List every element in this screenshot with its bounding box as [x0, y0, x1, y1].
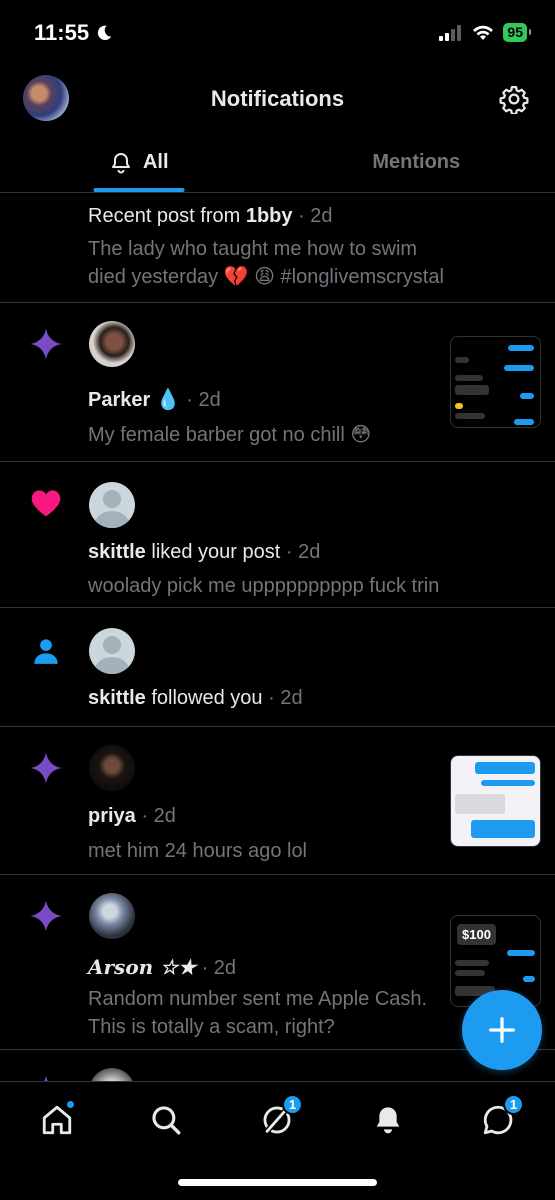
status-bar: 11:55 95: [0, 0, 555, 70]
heart-icon: [27, 484, 65, 522]
notification-text: The lady who taught me how to swim died …: [88, 238, 444, 288]
notification-item-like[interactable]: skittle liked your post · 2d woolady pic…: [0, 462, 555, 608]
sparkle-icon: [27, 1072, 65, 1081]
avatar[interactable]: [89, 893, 135, 939]
avatar[interactable]: [89, 321, 135, 367]
avatar[interactable]: [89, 628, 135, 674]
notification-username[interactable]: priya: [88, 805, 136, 827]
search-icon: [152, 1106, 181, 1135]
notification-time: · 2d: [141, 805, 176, 827]
plus-icon: [489, 1017, 515, 1043]
notification-item-follow[interactable]: skittle followed you · 2d: [0, 608, 555, 727]
cellular-signal-icon: [439, 24, 462, 41]
tab-all-label: All: [142, 151, 169, 173]
notification-item-recent-post[interactable]: Recent post from 1bby · 2d The lady who …: [0, 193, 555, 303]
avatar[interactable]: [89, 482, 135, 528]
tab-all[interactable]: All: [0, 133, 278, 192]
person-icon: [27, 632, 65, 670]
moon-icon: [97, 25, 112, 41]
nav-search[interactable]: [146, 1100, 186, 1140]
header: Notifications: [0, 70, 555, 130]
status-time: 11:55: [34, 20, 90, 45]
new-content-dot: [66, 1100, 75, 1109]
notification-text: woolady pick me upppppppppp fuck trin: [88, 575, 440, 597]
notification-item-parker[interactable]: Parker 💧 · 2d My female barber got no ch…: [0, 303, 555, 462]
nav-notifications[interactable]: [368, 1100, 408, 1140]
notification-username[interactable]: skittle: [88, 541, 146, 563]
sparkle-icon: [27, 897, 65, 935]
notification-username[interactable]: skittle: [88, 687, 146, 709]
avatar[interactable]: [89, 745, 135, 791]
sparkle-icon: [27, 749, 65, 787]
notification-text: Random number sent me Apple Cash. This i…: [88, 988, 428, 1038]
messages-badge: 1: [503, 1094, 524, 1115]
notification-time: · 2d: [186, 389, 221, 411]
notification-username[interactable]: Parker 💧: [88, 389, 181, 411]
notification-text: met him 24 hours ago lol: [88, 840, 308, 862]
wifi-icon: [473, 25, 494, 40]
notification-time: · 2d: [268, 687, 303, 709]
battery-indicator: 95: [503, 23, 531, 42]
nav-home[interactable]: [37, 1100, 77, 1140]
nav-messages[interactable]: 1: [478, 1094, 524, 1140]
grok-badge: 1: [282, 1094, 303, 1115]
notification-feed[interactable]: Recent post from 1bby · 2d The lady who …: [0, 193, 555, 1081]
tab-mentions-label: Mentions: [372, 151, 461, 173]
settings-gear-icon[interactable]: [499, 84, 529, 114]
notification-text: My female barber got no chill 😳: [88, 424, 372, 446]
nav-grok[interactable]: 1: [257, 1094, 303, 1140]
avatar[interactable]: [89, 1068, 135, 1081]
tab-mentions[interactable]: Mentions: [278, 133, 555, 192]
media-thumbnail[interactable]: [450, 336, 541, 428]
bell-filled-icon: [376, 1107, 400, 1134]
page-title: Notifications: [210, 86, 345, 111]
thumbnail-amount: $100: [457, 924, 496, 945]
notification-item-priya[interactable]: priya · 2d met him 24 hours ago lol: [0, 727, 555, 875]
notification-tabs: All Mentions: [0, 133, 555, 193]
notification-time: · 2d: [285, 541, 321, 563]
notification-username[interactable]: 1bby: [246, 205, 293, 227]
notification-username[interactable]: 𝑨𝒓𝒔𝒐𝒏 ☆★: [88, 955, 196, 979]
bell-outline-icon: [111, 152, 130, 173]
notification-time: · 2d: [298, 205, 333, 227]
notification-time: · 2d: [201, 957, 237, 979]
sparkle-icon: [27, 325, 65, 363]
media-thumbnail[interactable]: [450, 755, 541, 847]
compose-button[interactable]: [462, 990, 542, 1070]
home-indicator: [178, 1179, 377, 1186]
